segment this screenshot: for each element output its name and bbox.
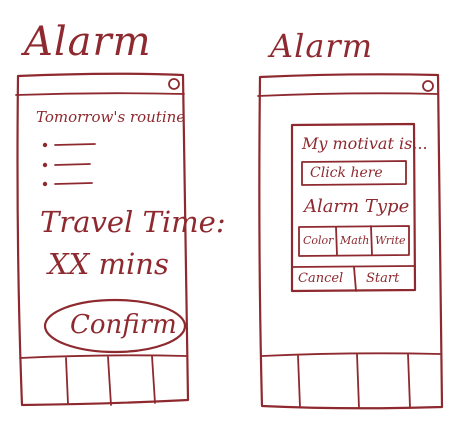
motivation-label: My motivat is... bbox=[302, 134, 428, 153]
confirm-button[interactable]: Confirm bbox=[70, 312, 177, 338]
right-title: Alarm bbox=[270, 27, 374, 65]
travel-time-label: Travel Time: bbox=[40, 205, 226, 239]
bullet-dot bbox=[42, 142, 48, 148]
left-title: Alarm bbox=[24, 19, 152, 65]
type-math-button[interactable]: Math bbox=[340, 235, 369, 246]
type-color-button[interactable]: Color bbox=[303, 235, 333, 246]
bullet-dot bbox=[42, 181, 48, 187]
cancel-button[interactable]: Cancel bbox=[298, 272, 343, 285]
motivation-input[interactable]: Click here bbox=[310, 166, 383, 180]
type-write-button[interactable]: Write bbox=[375, 235, 406, 246]
left-camera-icon bbox=[168, 78, 180, 90]
start-button[interactable]: Start bbox=[366, 272, 399, 285]
right-camera-icon bbox=[422, 80, 434, 92]
travel-time-value: XX mins bbox=[48, 247, 169, 281]
alarm-type-label: Alarm Type bbox=[304, 196, 410, 217]
routine-heading: Tomorrow's routine bbox=[36, 108, 186, 126]
bullet-dot bbox=[42, 162, 48, 168]
left-bullets bbox=[42, 142, 96, 187]
sketch-canvas: Alarm Tomorrow's routine Travel Time: XX… bbox=[0, 0, 467, 425]
